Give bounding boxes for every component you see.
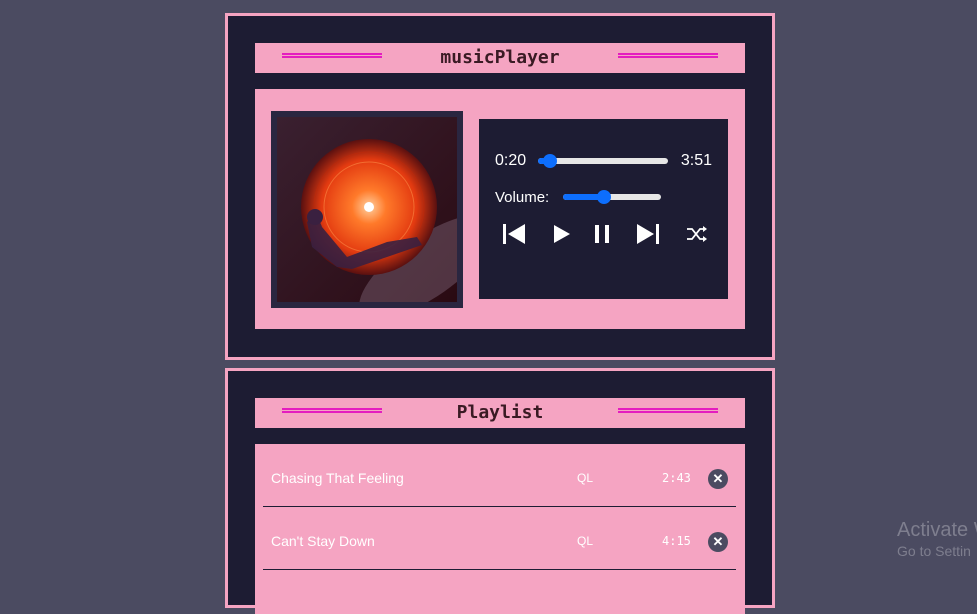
volume-slider[interactable]	[563, 190, 661, 204]
play-icon	[554, 225, 570, 243]
player-header: musicPlayer	[255, 43, 745, 73]
skip-previous-icon	[503, 224, 525, 244]
track-artist: QL	[577, 534, 594, 548]
playlist-row[interactable]: Can't Stay Down QL 4:15 ✕	[263, 507, 736, 570]
close-icon: ✕	[712, 471, 724, 486]
total-time: 3:51	[680, 152, 712, 169]
progress-thumb[interactable]	[542, 154, 557, 168]
watermark-subtitle: Go to Settin	[897, 543, 971, 559]
header-decor-line-right	[618, 53, 718, 58]
track-artist: QL	[577, 471, 594, 485]
pause-icon	[595, 225, 609, 243]
previous-track-button[interactable]	[499, 219, 529, 249]
playlist-header: Playlist	[255, 398, 745, 428]
music-player-panel: musicPlayer 0:20 3:51 Volume:	[225, 13, 775, 360]
volume-label: Volume:	[495, 189, 550, 206]
track-title: Chasing That Feeling	[271, 470, 404, 486]
playlist-title: Playlist	[456, 402, 544, 423]
album-art	[271, 111, 463, 308]
close-icon: ✕	[712, 534, 724, 549]
track-title: Can't Stay Down	[271, 533, 375, 549]
skip-next-icon	[637, 224, 659, 244]
remove-track-button[interactable]: ✕	[708, 532, 728, 552]
watermark-title: Activate W	[897, 519, 977, 541]
playlist-panel: Playlist Chasing That Feeling QL 2:43 ✕ …	[225, 368, 775, 614]
shuffle-icon	[687, 226, 707, 242]
album-cover-image	[277, 117, 457, 302]
track-duration: 2:43	[662, 471, 691, 485]
activate-windows-watermark: Activate W Go to Settin	[897, 519, 977, 559]
current-time: 0:20	[495, 152, 527, 169]
playlist-row[interactable]: Chasing That Feeling QL 2:43 ✕	[263, 444, 736, 507]
player-body: 0:20 3:51 Volume:	[255, 89, 745, 329]
pause-button[interactable]	[588, 219, 618, 249]
next-track-button[interactable]	[633, 219, 663, 249]
remove-track-button[interactable]: ✕	[708, 469, 728, 489]
volume-thumb[interactable]	[597, 190, 612, 204]
progress-slider[interactable]	[538, 154, 668, 168]
player-controls: 0:20 3:51 Volume:	[479, 119, 728, 299]
header-decor-line-right	[618, 408, 718, 413]
track-duration: 4:15	[662, 534, 691, 548]
playlist-body: Chasing That Feeling QL 2:43 ✕ Can't Sta…	[255, 444, 745, 614]
play-button[interactable]	[546, 219, 576, 249]
player-title: musicPlayer	[440, 47, 560, 68]
shuffle-button[interactable]	[681, 219, 711, 249]
